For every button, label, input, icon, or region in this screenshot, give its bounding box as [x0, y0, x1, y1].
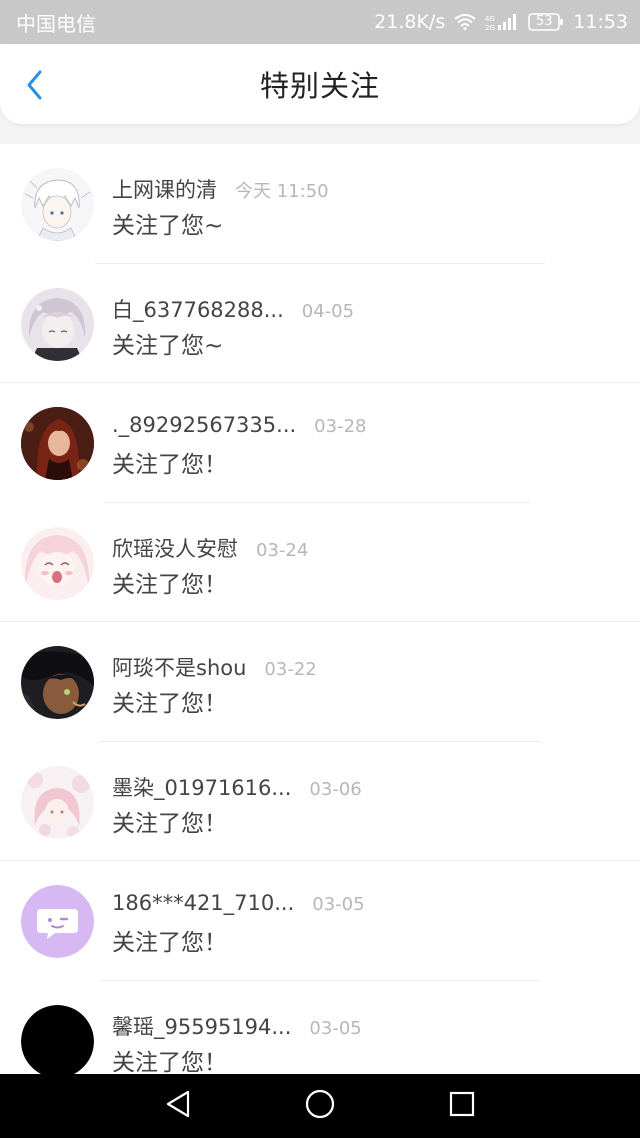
svg-text:2G: 2G: [485, 24, 495, 31]
follow-list[interactable]: 上网课的清 今天 11:50 关注了您~ 白_637768288... 04-0…: [0, 144, 640, 1074]
name-line: 186***421_710... 03-05: [112, 891, 365, 915]
clock: 11:53: [573, 11, 628, 33]
list-item[interactable]: 上网课的清 今天 11:50 关注了您~: [0, 144, 640, 264]
item-message: 关注了您！: [112, 930, 227, 956]
battery-icon: 53: [528, 13, 564, 31]
item-message: 关注了您~: [112, 332, 224, 359]
avatar[interactable]: [21, 1004, 94, 1074]
item-date: 03-24: [256, 539, 309, 561]
nav-back-button[interactable]: [160, 1088, 196, 1124]
list-item[interactable]: 欣瑶没人安慰 03-24 关注了您！: [0, 503, 640, 622]
page-title: 特别关注: [259, 69, 380, 103]
item-date: 03-05: [309, 1017, 362, 1039]
item-date: 今天 11:50: [235, 181, 329, 202]
avatar[interactable]: [21, 765, 94, 839]
item-name[interactable]: 欣瑶没人安慰: [112, 533, 238, 563]
item-name[interactable]: 白_637768288...: [112, 294, 284, 324]
list-item[interactable]: ._89292567335... 03-28 关注了您！: [0, 383, 640, 503]
nav-recents-button[interactable]: [444, 1088, 480, 1124]
item-name[interactable]: 馨瑶_95595194...: [112, 1011, 291, 1041]
avatar[interactable]: [21, 646, 94, 719]
header: 特别关注: [0, 44, 640, 124]
item-date: 03-05: [312, 894, 365, 915]
name-line: 欣瑶没人安慰 03-24: [112, 533, 308, 563]
item-date: 03-22: [264, 659, 317, 680]
system-nav-bar: [0, 1074, 640, 1138]
avatar[interactable]: [21, 526, 94, 600]
svg-text:4G: 4G: [485, 15, 495, 23]
item-date: 03-28: [314, 416, 367, 437]
item-message: 关注了您~: [112, 213, 224, 239]
name-line: 白_637768288... 04-05: [112, 294, 354, 324]
wifi-icon: [454, 14, 476, 30]
header-area: 特别关注: [0, 44, 640, 144]
status-bar: 中国电信 21.8K/s 4G 2G 53 11:53: [0, 0, 640, 44]
item-message: 关注了您！: [112, 452, 227, 478]
square-recents-icon: [448, 1090, 476, 1122]
avatar[interactable]: [21, 168, 94, 241]
nav-home-button[interactable]: [302, 1088, 338, 1124]
list-item[interactable]: 墨染_01971616... 03-06 关注了您！: [0, 742, 640, 861]
item-date: 04-05: [301, 300, 355, 322]
circle-home-icon: [304, 1088, 336, 1124]
item-message: 关注了您！: [112, 691, 227, 717]
name-line: 墨染_01971616... 03-06: [112, 772, 362, 802]
item-name[interactable]: 上网课的清: [112, 174, 217, 204]
item-name[interactable]: 186***421_710...: [112, 891, 294, 915]
avatar[interactable]: [21, 407, 94, 480]
item-message: 关注了您！: [112, 571, 227, 598]
avatar[interactable]: [21, 287, 94, 361]
item-name[interactable]: 阿琰不是shou: [112, 652, 246, 682]
triangle-back-icon: [164, 1089, 192, 1123]
list-item[interactable]: 馨瑶_95595194... 03-05 关注了您！: [0, 981, 640, 1075]
name-line: 上网课的清 今天 11:50: [112, 174, 329, 204]
carrier-label: 中国电信: [16, 11, 96, 36]
list-item[interactable]: 白_637768288... 04-05 关注了您~: [0, 264, 640, 383]
signal-icon: 4G 2G: [485, 13, 519, 31]
net-speed: 21.8K/s: [374, 11, 446, 33]
list-item[interactable]: 186***421_710... 03-05 关注了您！: [0, 861, 640, 981]
name-line: 阿琰不是shou 03-22: [112, 652, 317, 682]
item-name[interactable]: 墨染_01971616...: [112, 772, 291, 802]
item-date: 03-06: [309, 778, 362, 800]
battery-level: 53: [535, 14, 553, 29]
item-name[interactable]: ._89292567335...: [112, 413, 296, 437]
item-message: 关注了您！: [112, 810, 227, 837]
avatar[interactable]: [21, 885, 94, 958]
name-line: 馨瑶_95595194... 03-05: [112, 1011, 362, 1041]
name-line: ._89292567335... 03-28: [112, 413, 366, 437]
list-item[interactable]: 阿琰不是shou 03-22 关注了您！: [0, 622, 640, 742]
status-indicators: 21.8K/s 4G 2G 53 11:53: [374, 11, 628, 33]
item-message: 关注了您！: [112, 1049, 227, 1075]
